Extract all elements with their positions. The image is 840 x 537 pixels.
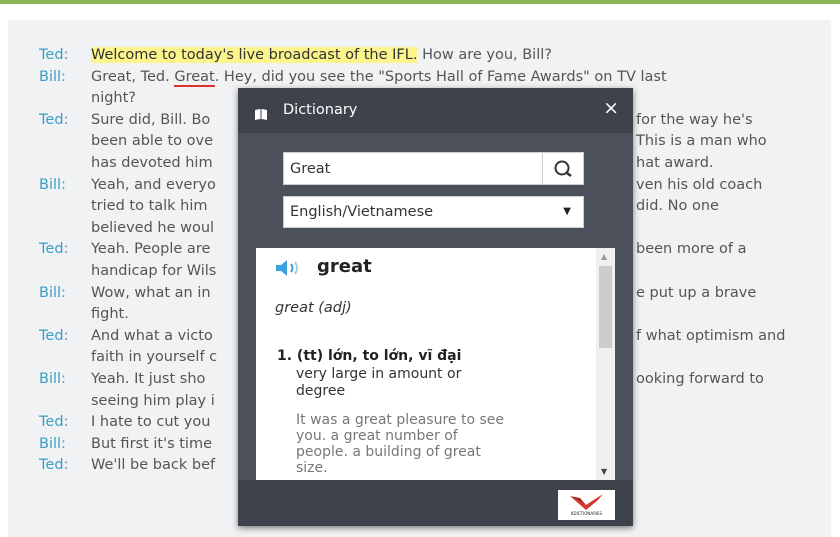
text-segment: . Hey, did you see the "Sports Hall of F… bbox=[214, 68, 667, 85]
search-button[interactable] bbox=[542, 153, 583, 184]
speaker-label: Bill: bbox=[39, 371, 66, 387]
transcript-fragment: hat award. bbox=[636, 155, 714, 171]
transcript-text: has devoted him bbox=[91, 155, 213, 171]
speaker-label: Bill: bbox=[39, 435, 66, 452]
transcript-fragment: ven his old coach bbox=[636, 176, 763, 193]
sense-heading: 1. (tt) lớn, to lớn, vĩ đại bbox=[277, 348, 462, 364]
text-segment: been able to ove bbox=[91, 133, 214, 150]
sense-definition: very large in amount or degree bbox=[296, 366, 462, 399]
transcript-text: But first it's time bbox=[91, 436, 212, 452]
text-segment: But first it's time bbox=[91, 435, 212, 452]
speaker-label: Ted: bbox=[39, 327, 69, 344]
part-of-speech: great (adj) bbox=[275, 300, 352, 316]
text-segment: And what a victo bbox=[91, 327, 213, 344]
text-segment: We'll be back bef bbox=[91, 457, 216, 474]
transcript-fragment: This is a man who bbox=[636, 133, 767, 150]
transcript-text: We'll be back bef bbox=[91, 457, 215, 473]
dictionary-popup: Dictionary × English/Vietnamese ▼ great … bbox=[238, 88, 633, 526]
transcript-text: Yeah. It just sho bbox=[91, 371, 205, 387]
text-segment: Yeah. People are bbox=[91, 241, 211, 258]
transcript-fragment: ooking forward to bbox=[636, 371, 764, 387]
transcript-text: faith in yourself c bbox=[91, 349, 217, 365]
search-box bbox=[283, 152, 584, 185]
transcript-text: And what a victo bbox=[91, 328, 213, 344]
speaker-label: Bill: bbox=[39, 284, 66, 301]
dictionary-header[interactable]: Dictionary × bbox=[238, 88, 633, 133]
dictionary-title: Dictionary bbox=[283, 102, 358, 118]
text-segment: has devoted him bbox=[91, 155, 213, 171]
transcript-text: I hate to cut you bbox=[91, 414, 210, 430]
text-segment: Yeah, and everyo bbox=[91, 176, 216, 193]
speaker-label: Ted: bbox=[39, 47, 69, 63]
language-value: English/Vietnamese bbox=[290, 204, 434, 220]
transcript-text: Sure did, Bill. Bo bbox=[91, 112, 210, 128]
text-segment: night? bbox=[91, 90, 136, 107]
transcript-text: Yeah. People are bbox=[91, 241, 210, 257]
transcript-text: Yeah, and everyo bbox=[91, 177, 216, 193]
transcript-fragment: e put up a brave bbox=[636, 284, 757, 301]
transcript-text: believed he woul bbox=[91, 220, 214, 236]
text-segment: I hate to cut you bbox=[91, 414, 211, 431]
transcript-text: handicap for Wils bbox=[91, 263, 216, 279]
transcript-text: tried to talk him bbox=[91, 198, 208, 214]
speaker-label: Ted: bbox=[39, 241, 69, 258]
transcript-fragment: f what optimism and bbox=[636, 327, 786, 344]
usage-example: It was a great pleasure to see you. a gr… bbox=[296, 412, 505, 476]
transcript-text: Wow, what an in bbox=[91, 285, 211, 301]
text-segment: Yeah. It just sho bbox=[91, 371, 206, 387]
transcript-text: seeing him play i bbox=[91, 393, 215, 409]
speaker-label: Bill: bbox=[39, 68, 66, 85]
scroll-up-icon[interactable]: ▲ bbox=[601, 252, 607, 261]
brand-logo: KDICTIONARIES bbox=[558, 490, 615, 520]
text-segment: believed he woul bbox=[91, 219, 215, 236]
text-segment: Welcome to today's live broadcast of the… bbox=[91, 47, 418, 63]
text-segment: seeing him play i bbox=[91, 392, 215, 409]
transcript-fragment: been more of a bbox=[636, 241, 747, 258]
transcript-text: Welcome to today's live broadcast of the… bbox=[91, 47, 552, 63]
search-icon bbox=[554, 160, 572, 177]
dictionary-footer: KDICTIONARIES bbox=[238, 480, 633, 526]
transcript-fragment: for the way he's bbox=[636, 111, 753, 128]
speaker-label: Bill: bbox=[39, 176, 66, 193]
speaker-label: Ted: bbox=[39, 414, 69, 431]
language-select[interactable]: English/Vietnamese ▼ bbox=[283, 196, 584, 228]
definition-panel[interactable]: great great (adj) 1. (tt) lớn, to lớn, v… bbox=[256, 248, 615, 480]
headword: great bbox=[317, 256, 372, 277]
text-segment: How are you, Bill? bbox=[417, 47, 552, 63]
text-segment: Great, Ted. bbox=[91, 68, 175, 85]
transcript-fragment: did. No one bbox=[636, 198, 719, 215]
transcript-text: been able to ove bbox=[91, 133, 213, 149]
text-segment: Wow, what an in bbox=[91, 284, 211, 301]
transcript-text: Great, Ted. Great. Hey, did you see the … bbox=[91, 68, 667, 87]
brand-label: KDICTIONARIES bbox=[570, 511, 603, 516]
speaker-label: Ted: bbox=[39, 457, 69, 474]
scrollbar[interactable]: ▲ ▼ bbox=[596, 248, 615, 480]
close-icon[interactable]: × bbox=[603, 97, 619, 119]
selected-word[interactable]: Great bbox=[174, 68, 215, 87]
scroll-down-icon[interactable]: ▼ bbox=[601, 467, 607, 476]
text-segment: fight. bbox=[91, 306, 129, 323]
text-segment: Sure did, Bill. Bo bbox=[91, 111, 211, 128]
transcript-text: fight. bbox=[91, 306, 129, 322]
text-segment: handicap for Wils bbox=[91, 263, 217, 279]
scroll-thumb[interactable] bbox=[599, 266, 612, 348]
text-segment: faith in yourself c bbox=[91, 349, 218, 366]
speaker-label: Ted: bbox=[39, 111, 69, 128]
book-icon bbox=[255, 105, 267, 124]
search-input[interactable] bbox=[290, 159, 540, 179]
chevron-down-icon: ▼ bbox=[563, 206, 571, 217]
text-segment: tried to talk him bbox=[91, 198, 208, 215]
transcript-text: night? bbox=[91, 90, 136, 106]
dictionary-entry: great great (adj) 1. (tt) lớn, to lớn, v… bbox=[256, 248, 596, 480]
speaker-icon[interactable] bbox=[274, 258, 302, 282]
